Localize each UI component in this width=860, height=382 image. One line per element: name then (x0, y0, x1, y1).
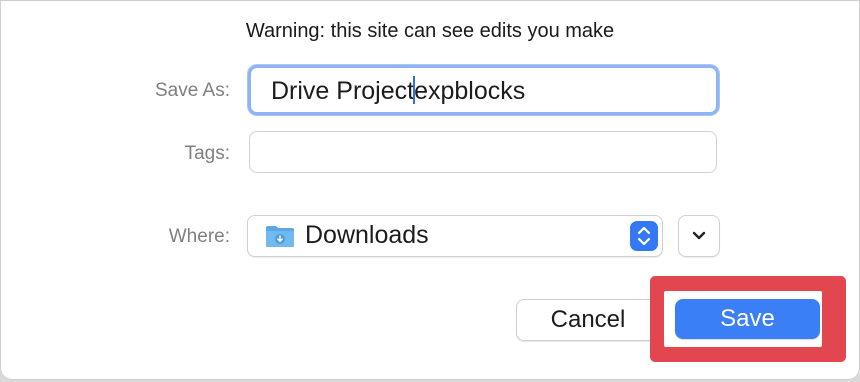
save-as-value-before-caret: Drive Project (271, 77, 415, 105)
save-as-value[interactable]: Drive Projectexpblocks (271, 76, 525, 106)
save-dialog: Warning: this site can see edits you mak… (0, 0, 860, 380)
save-as-label: Save As: (155, 80, 230, 101)
warning-message: Warning: this site can see edits you mak… (245, 20, 615, 42)
chevron-down-icon (692, 231, 706, 240)
tags-label: Tags: (184, 143, 230, 164)
save-as-input[interactable]: Drive Projectexpblocks (248, 65, 719, 115)
where-popup-button[interactable]: Downloads (247, 215, 663, 257)
tags-input[interactable] (249, 131, 717, 173)
expand-dialog-button[interactable] (678, 215, 720, 257)
updown-chevron-icon (630, 221, 658, 251)
downloads-folder-icon (265, 224, 295, 248)
where-label: Where: (168, 226, 230, 247)
save-as-value-after-caret: expblocks (414, 77, 526, 105)
cancel-button[interactable]: Cancel (516, 299, 660, 341)
save-button[interactable]: Save (675, 299, 820, 339)
where-value: Downloads (305, 221, 429, 249)
